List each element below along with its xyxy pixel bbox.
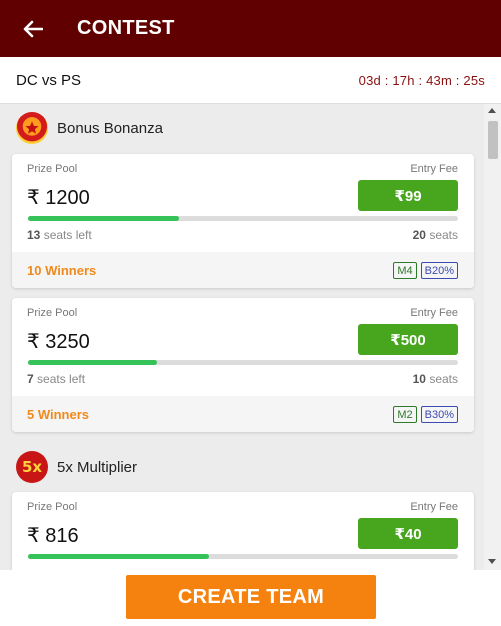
- prize-pool-label: Prize Pool: [27, 163, 78, 175]
- scroll-up-arrow-icon[interactable]: [488, 108, 496, 113]
- page-title: CONTEST: [77, 17, 175, 39]
- seats-left: 13 seats left: [27, 228, 92, 242]
- contest-card[interactable]: Prize Pool Entry Fee ₹ 1200 ₹99 13 seats…: [12, 154, 474, 288]
- seats-left: 7 seats left: [27, 372, 86, 386]
- winners-count[interactable]: 10 Winners: [27, 263, 96, 278]
- prize-amount: ₹ 1200: [27, 187, 90, 209]
- section-title: 5x Multiplier: [57, 458, 138, 476]
- match-info-bar: DC vs PS 03d : 17h : 43m : 25s: [0, 57, 501, 104]
- scroll-down-arrow-icon[interactable]: [488, 559, 496, 564]
- contest-card[interactable]: Prize Pool Entry Fee ₹ 3250 ₹500 7 seats…: [12, 298, 474, 432]
- winners-count[interactable]: 5 Winners: [27, 407, 89, 422]
- countdown-timer: 03d : 17h : 43m : 25s: [358, 72, 485, 88]
- seats-progress-bar: [28, 216, 458, 221]
- total-seats: 10 seats: [412, 372, 458, 386]
- arrow-left-icon: [23, 20, 43, 37]
- bonus-tag: B20%: [420, 261, 458, 279]
- seats-progress-fill: [28, 554, 209, 559]
- entry-fee-button[interactable]: ₹500: [358, 324, 458, 355]
- contest-list[interactable]: Bonus Bonanza Prize Pool Entry Fee ₹ 120…: [0, 104, 484, 570]
- create-team-button[interactable]: CREATE TEAM: [126, 575, 376, 619]
- entry-fee-button[interactable]: ₹40: [358, 518, 458, 549]
- seats-progress-bar: [28, 554, 458, 559]
- entry-fee-button[interactable]: ₹99: [358, 180, 458, 211]
- prize-pool-label: Prize Pool: [27, 307, 78, 319]
- prize-amount: ₹ 3250: [27, 331, 90, 353]
- seats-progress-fill: [28, 360, 157, 365]
- scroll-thumb[interactable]: [488, 121, 498, 159]
- total-seats: 20 seats: [412, 228, 458, 242]
- entry-fee-label: Entry Fee: [410, 501, 458, 513]
- prize-amount: ₹ 816: [27, 525, 79, 547]
- seats-progress-fill: [28, 216, 179, 221]
- match-title: DC vs PS: [16, 71, 82, 89]
- multiplier-badge-icon: 5x: [16, 451, 48, 483]
- seats-progress-bar: [28, 360, 458, 365]
- scrollbar[interactable]: [484, 104, 501, 570]
- card-footer: 10 Winners M4 B20%: [12, 252, 474, 288]
- section-header-5x-multiplier: 5x 5x Multiplier: [16, 451, 137, 483]
- section-header-bonus-bonanza: Bonus Bonanza: [16, 112, 163, 144]
- card-footer: 5 Winners M2 B30%: [12, 396, 474, 432]
- bottom-action-bar: CREATE TEAM: [0, 570, 501, 626]
- app-header: CONTEST: [0, 0, 501, 57]
- star-badge-icon: [16, 112, 48, 144]
- back-button[interactable]: [0, 0, 66, 57]
- bonus-tag: B30%: [420, 405, 458, 423]
- prize-pool-label: Prize Pool: [27, 501, 78, 513]
- multi-entry-tag: M2: [393, 405, 417, 423]
- entry-fee-label: Entry Fee: [410, 163, 458, 175]
- contest-card[interactable]: Prize Pool Entry Fee ₹ 816 ₹40: [12, 492, 474, 570]
- section-title: Bonus Bonanza: [57, 119, 163, 137]
- entry-fee-label: Entry Fee: [410, 307, 458, 319]
- multi-entry-tag: M4: [393, 261, 417, 279]
